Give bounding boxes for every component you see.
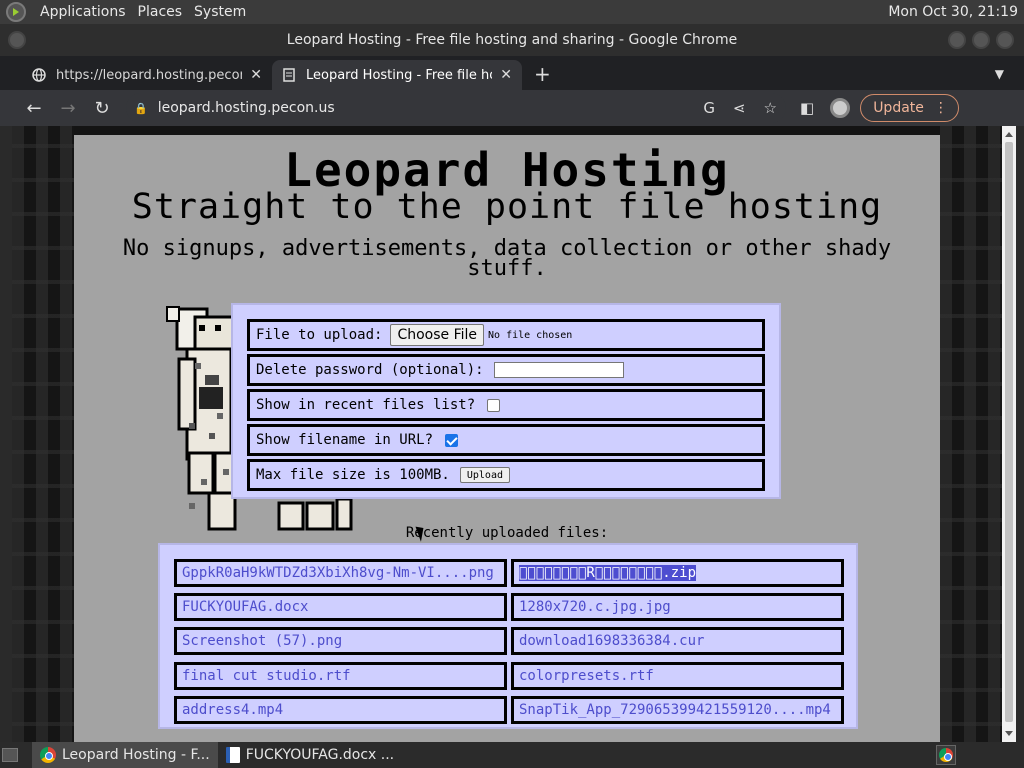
recent-file-link[interactable]: final cut studio.rtf xyxy=(174,661,507,690)
recent-file-link[interactable]: 1280x720.c.jpg.jpg xyxy=(511,593,844,622)
filename-url-label: Show filename in URL? xyxy=(256,432,434,448)
background-pattern xyxy=(12,126,74,742)
max-size-label: Max file size is 100MB. xyxy=(256,467,450,483)
menu-applications[interactable]: Applications xyxy=(34,4,132,20)
file-name: FUCKYOUFAG.docx xyxy=(182,599,309,616)
upload-button[interactable]: Upload xyxy=(459,467,510,483)
file-name: colorpresets.rtf xyxy=(519,667,654,684)
taskbar-item-label: FUCKYOUFAG.docx ... xyxy=(245,747,395,763)
max-size-row: Max file size is 100MB. Upload xyxy=(247,459,765,491)
recent-file-link[interactable]: Screenshot (57).png xyxy=(174,627,507,656)
window-titlebar: Leopard Hosting - Free file hosting and … xyxy=(0,24,1024,56)
filename-url-row: Show filename in URL? xyxy=(247,424,765,456)
more-menu-icon: ⋮ xyxy=(933,100,948,116)
file-upload-label: File to upload: xyxy=(256,327,383,343)
taskbar-item-label: Leopard Hosting - F... xyxy=(62,747,210,763)
password-label: Delete password (optional): xyxy=(256,362,484,378)
no-file-chosen-text: No file chosen xyxy=(488,329,573,341)
page-icon xyxy=(282,68,296,82)
clock[interactable]: Mon Oct 30, 21:19 xyxy=(888,4,1018,20)
recent-file-link[interactable]: SnapTik_App_729065399421559120....mp4 xyxy=(511,695,844,724)
tab-leopard-url[interactable]: https://leopard.hosting.pecon.u ✕ xyxy=(22,60,272,90)
upload-form: File to upload: Choose File No file chos… xyxy=(231,303,781,499)
file-name: SnapTik_App_729065399421559120....mp4 xyxy=(519,701,831,718)
scroll-down-arrow-icon[interactable] xyxy=(1005,731,1013,736)
top-panel: Applications Places System Mon Oct 30, 2… xyxy=(0,0,1024,24)
page-tagline: No signups, advertisements, data collect… xyxy=(122,236,892,281)
menu-places[interactable]: Places xyxy=(132,4,189,20)
scrollbar-thumb[interactable] xyxy=(1005,142,1013,722)
bottom-taskbar: Leopard Hosting - F... FUCKYOUFAG.docx .… xyxy=(0,742,1024,768)
page-scrollbar[interactable] xyxy=(1002,126,1016,742)
google-lens-icon[interactable]: G xyxy=(703,99,715,117)
update-label: Update xyxy=(873,100,924,116)
window-right-edge xyxy=(1016,126,1024,742)
tab-close-icon[interactable]: ✕ xyxy=(250,67,262,83)
bookmark-star-icon[interactable]: ☆ xyxy=(764,99,777,117)
lock-icon[interactable]: 🔒 xyxy=(134,102,148,115)
tab-label: Leopard Hosting - Free file hos xyxy=(306,67,493,83)
forward-arrow-icon[interactable]: → xyxy=(54,98,82,119)
tab-label: https://leopard.hosting.pecon.u xyxy=(56,67,243,83)
tab-search-chevron-icon[interactable]: ▼ xyxy=(995,67,1004,81)
file-name:         R        .zip xyxy=(519,565,697,581)
recent-list-label: Show in recent files list? xyxy=(256,397,476,413)
recent-file-link[interactable]:         R        .zip xyxy=(511,559,844,587)
tab-close-icon[interactable]: ✕ xyxy=(500,67,512,83)
profile-avatar-icon[interactable] xyxy=(830,98,851,118)
distro-logo-icon[interactable] xyxy=(6,2,26,22)
show-filename-checkbox[interactable] xyxy=(445,433,459,447)
background-pattern xyxy=(940,126,1002,742)
file-upload-row: File to upload: Choose File No file chos… xyxy=(247,319,765,351)
file-name: Screenshot (57).png xyxy=(182,633,343,650)
recent-list-row: Show in recent files list? xyxy=(247,389,765,421)
delete-password-input[interactable] xyxy=(493,362,624,378)
recent-file-link[interactable]: colorpresets.rtf xyxy=(511,661,844,690)
menu-system[interactable]: System xyxy=(188,4,252,20)
page-container: Leopard Hosting Straight to the point fi… xyxy=(74,135,940,742)
recent-file-link[interactable]: FUCKYOUFAG.docx xyxy=(174,593,507,622)
maximize-button[interactable] xyxy=(972,31,990,49)
recent-files-grid: GppkR0aH9kWTDZd3XbiXh8vg-Nm-VI....png   … xyxy=(158,543,858,729)
document-icon xyxy=(225,747,240,763)
tab-strip: https://leopard.hosting.pecon.u ✕ Leopar… xyxy=(0,56,1024,90)
page-viewport: Leopard Hosting Straight to the point fi… xyxy=(12,126,1002,742)
reload-icon[interactable]: ↻ xyxy=(88,98,116,119)
window-left-edge xyxy=(0,126,12,742)
globe-icon xyxy=(32,68,46,82)
recent-files-heading: Recently uploaded files: xyxy=(405,525,609,541)
file-name: GppkR0aH9kWTDZd3XbiXh8vg-Nm-VI....png xyxy=(182,565,494,581)
file-name: download1698336384.cur xyxy=(519,633,705,650)
window-title: Leopard Hosting - Free file hosting and … xyxy=(286,32,738,48)
tray-chrome-icon[interactable] xyxy=(936,745,956,765)
scroll-up-arrow-icon[interactable] xyxy=(1005,132,1013,137)
show-in-recent-checkbox[interactable] xyxy=(487,398,501,412)
taskbar-item-chrome[interactable]: Leopard Hosting - F... xyxy=(32,742,218,768)
back-arrow-icon[interactable]: ← xyxy=(20,98,48,119)
address-bar[interactable]: 🔒 leopard.hosting.pecon.us G ⋖ ☆ xyxy=(126,93,786,123)
new-tab-plus-icon[interactable]: + xyxy=(534,62,551,86)
choose-file-button[interactable]: Choose File xyxy=(390,324,485,346)
page-subtitle: Straight to the point file hosting xyxy=(131,187,883,227)
close-window-button[interactable] xyxy=(996,31,1014,49)
url-text[interactable]: leopard.hosting.pecon.us xyxy=(158,100,695,116)
recent-file-link[interactable]: download1698336384.cur xyxy=(511,627,844,656)
password-row: Delete password (optional): xyxy=(247,354,765,386)
recent-file-link[interactable]: address4.mp4 xyxy=(174,695,507,724)
minimize-button[interactable] xyxy=(948,31,966,49)
update-button[interactable]: Update ⋮ xyxy=(860,94,959,122)
tab-leopard-hosting[interactable]: Leopard Hosting - Free file hos ✕ xyxy=(272,60,522,90)
navigation-bar: ← → ↻ 🔒 leopard.hosting.pecon.us G ⋖ ☆ ◧… xyxy=(0,90,1024,126)
chrome-icon xyxy=(40,747,56,763)
window-menu-button[interactable] xyxy=(8,31,26,49)
file-name: address4.mp4 xyxy=(182,701,284,718)
show-desktop-icon[interactable] xyxy=(2,748,18,762)
file-name: 1280x720.c.jpg.jpg xyxy=(519,599,671,616)
taskbar-item-document[interactable]: FUCKYOUFAG.docx ... xyxy=(218,742,402,768)
file-name: final cut studio.rtf xyxy=(182,667,351,684)
share-icon[interactable]: ⋖ xyxy=(733,99,746,117)
recent-file-link[interactable]: GppkR0aH9kWTDZd3XbiXh8vg-Nm-VI....png xyxy=(174,559,507,587)
side-panel-icon[interactable]: ◧ xyxy=(800,99,814,117)
